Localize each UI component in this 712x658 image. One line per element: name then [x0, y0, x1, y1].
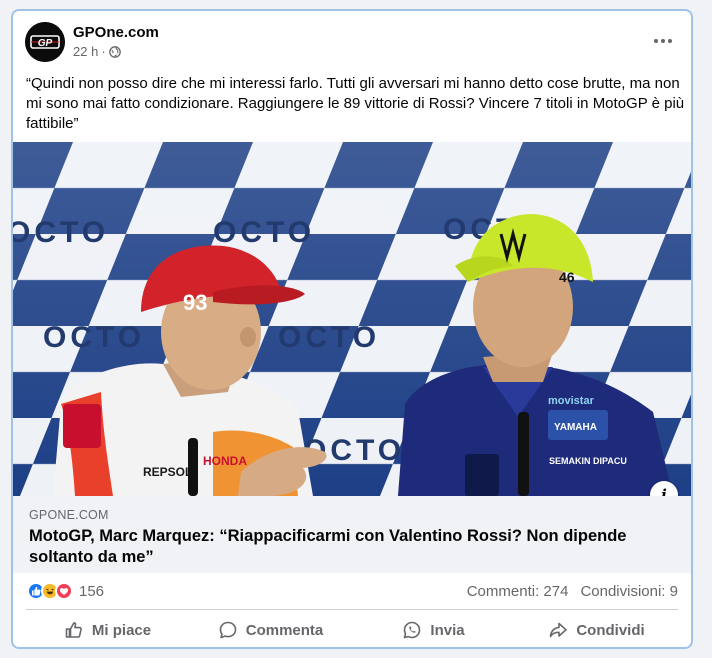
backdrop-text: OCTO	[278, 321, 380, 354]
send-button[interactable]: Invia	[352, 612, 515, 647]
more-dot-icon	[661, 39, 665, 43]
post-text: “Quindi non posso dire che mi interessi …	[26, 75, 685, 132]
rider-left-cap-number: 93	[183, 290, 207, 315]
shares-count-link[interactable]: Condivisioni: 9	[580, 583, 678, 600]
comment-label: Commenta	[245, 621, 324, 639]
gpone-logo-icon: GP	[25, 22, 65, 62]
post-actions: Mi piace Commenta Invia Condividi	[26, 612, 678, 647]
link-preview[interactable]: GPONE.COM MotoGP, Marc Marquez: “Riappac…	[13, 496, 691, 573]
post-image[interactable]: OCTO OCTO OCTO OCTO OCTO OCTO HONDA REPS…	[13, 142, 691, 496]
send-label: Invia	[430, 621, 465, 639]
more-options-button[interactable]	[649, 29, 677, 53]
post-meta: 22 h ·	[73, 44, 121, 59]
press-conference-photo: OCTO OCTO OCTO OCTO OCTO OCTO HONDA REPS…	[13, 142, 691, 496]
like-label: Mi piace	[91, 621, 152, 639]
rider-right-sponsor-3: movistar	[548, 395, 595, 407]
link-title[interactable]: MotoGP, Marc Marquez: “Riappacificarmi c…	[29, 526, 649, 568]
share-arrow-icon	[550, 622, 568, 638]
rider-left-sponsor-2: REPSOL	[143, 465, 192, 479]
rider-left-sponsor: HONDA	[203, 454, 247, 468]
post-card: GP GPOne.com 22 h · “Quindi non posso di…	[11, 9, 693, 649]
thumbs-up-icon	[65, 622, 82, 638]
globe-icon	[108, 45, 121, 58]
backdrop-text: OCTO	[213, 216, 315, 249]
link-domain: GPONE.COM	[29, 508, 109, 522]
comment-bubble-icon	[219, 621, 237, 639]
page-name-link[interactable]: GPOne.com	[73, 24, 159, 41]
comment-button[interactable]: Commenta	[189, 612, 352, 647]
rider-right-sponsor: YAMAHA	[554, 422, 597, 433]
post-stats: 156 Commenti: 274 Condivisioni: 9	[13, 573, 691, 609]
meta-separator: ·	[101, 44, 106, 59]
engagement-counts: Commenti: 274 Condivisioni: 9	[467, 583, 678, 600]
more-dot-icon	[668, 39, 672, 43]
backdrop-text: OCTO	[13, 216, 109, 249]
actions-divider	[26, 609, 678, 610]
rider-right-cap-number: 46	[559, 269, 575, 285]
share-button[interactable]: Condividi	[515, 612, 678, 647]
page-avatar[interactable]: GP	[25, 22, 65, 62]
post-time[interactable]: 22 h	[73, 44, 98, 59]
like-button[interactable]: Mi piace	[26, 612, 189, 647]
whatsapp-icon	[404, 621, 421, 639]
love-reaction-icon	[55, 582, 73, 600]
backdrop-text: OCTO	[43, 321, 145, 354]
reactions-summary[interactable]: 156	[27, 582, 104, 600]
rider-right-sponsor-2: SEMAKIN DIPACU	[549, 456, 627, 466]
share-label: Condividi	[576, 621, 645, 639]
comments-count-link[interactable]: Commenti: 274	[467, 583, 569, 600]
more-dot-icon	[654, 39, 658, 43]
post-header: GP GPOne.com 22 h ·	[13, 11, 691, 73]
avatar-text: GP	[38, 38, 53, 49]
reaction-count: 156	[79, 582, 105, 600]
